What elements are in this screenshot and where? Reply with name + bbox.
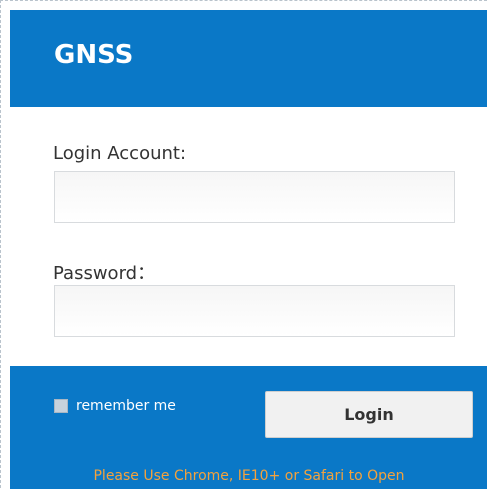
password-label: Password： [53, 263, 156, 284]
login-form: Login Account: Password： [10, 107, 487, 366]
login-button[interactable]: Login [265, 391, 473, 438]
app-header: GNSS [10, 10, 487, 107]
app-title: GNSS [54, 40, 134, 70]
remember-me-label: remember me [76, 398, 176, 414]
login-footer: remember me Login Please Use Chrome, IE1… [10, 366, 487, 489]
remember-me-checkbox[interactable] [54, 399, 68, 413]
password-input[interactable] [54, 285, 455, 337]
login-account-label: Login Account: [53, 143, 187, 164]
login-account-input[interactable] [54, 171, 455, 223]
browser-notice: Please Use Chrome, IE10+ or Safari to Op… [93, 468, 405, 484]
page-frame: GNSS Login Account: Password： remember m… [0, 0, 487, 489]
remember-me-toggle[interactable]: remember me [54, 398, 176, 414]
